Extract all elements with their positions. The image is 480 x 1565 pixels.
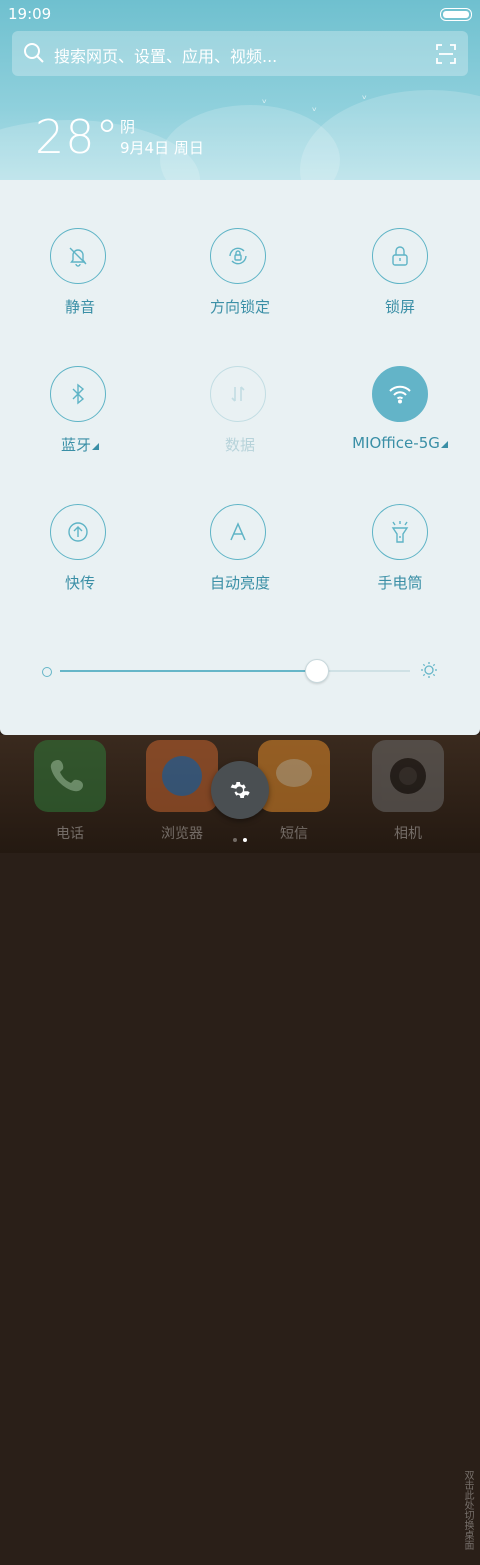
cloud-decoration xyxy=(300,90,480,180)
expand-triangle-icon[interactable] xyxy=(92,443,99,450)
data-icon[interactable] xyxy=(210,366,266,422)
message-app[interactable] xyxy=(258,740,330,812)
toggle-label: 方向锁定 xyxy=(209,298,270,316)
app-label: 浏览器 xyxy=(161,826,203,842)
bluetooth-icon[interactable] xyxy=(50,366,106,422)
app-label: 电话 xyxy=(56,826,84,842)
app-label: 短信 xyxy=(280,826,308,842)
search-placeholder[interactable]: 搜索网页、设置、应用、视频... xyxy=(54,43,277,67)
battery-icon xyxy=(440,8,472,21)
brightness-slider-fill xyxy=(60,670,316,672)
auto-brightness-icon[interactable] xyxy=(210,504,266,560)
toggle-label-row: 蓝牙 xyxy=(0,434,160,455)
page-dot xyxy=(233,838,237,842)
quick-settings-panel: 静音 方向锁定 锁屏 蓝牙 数据 MIOffice-5G 快传 自动亮度 手电筒 xyxy=(0,180,480,735)
toggle-auto-brightness[interactable]: 自动亮度 xyxy=(160,456,320,592)
toggle-lock-screen[interactable]: 锁屏 xyxy=(320,180,480,316)
search-icon xyxy=(23,42,45,68)
status-time: 19:09 xyxy=(8,5,52,23)
bird-decoration: ᵛ xyxy=(312,104,318,118)
weather-condition: 阴 xyxy=(120,118,136,136)
toggle-mute[interactable]: 静音 xyxy=(0,180,160,316)
gear-icon xyxy=(230,782,250,798)
toggle-mobile-data[interactable]: 数据 xyxy=(160,318,320,454)
bird-decoration: ᵛ xyxy=(362,92,368,106)
phone-app[interactable] xyxy=(34,740,106,812)
toggle-flashlight[interactable]: 手电筒 xyxy=(320,456,480,592)
toggle-label: 手电筒 xyxy=(377,574,423,592)
status-bar: 19:09 xyxy=(0,0,480,28)
temperature: 28° xyxy=(35,110,120,164)
toggle-label: 锁屏 xyxy=(384,298,415,316)
toggle-label: 静音 xyxy=(64,298,95,316)
toggle-label-row: MIOffice-5G xyxy=(320,434,480,452)
brightness-high-icon xyxy=(420,661,438,683)
toggle-bluetooth[interactable]: 蓝牙 xyxy=(0,318,160,454)
flashlight-icon[interactable] xyxy=(372,504,428,560)
camera-app[interactable] xyxy=(372,740,444,812)
toggle-label: MIOffice-5G xyxy=(352,434,440,452)
upload-icon[interactable] xyxy=(50,504,106,560)
toggle-label: 数据 xyxy=(224,436,255,454)
toggle-label: 蓝牙 xyxy=(60,436,91,454)
page-indicator xyxy=(233,827,253,846)
toggle-quick-share[interactable]: 快传 xyxy=(0,456,160,592)
toggle-rotation-lock[interactable]: 方向锁定 xyxy=(160,180,320,316)
app-label: 相机 xyxy=(394,826,422,842)
browser-app[interactable] xyxy=(146,740,218,812)
date-label: 9月4日 周日 xyxy=(120,139,204,157)
brightness-slider-knob[interactable] xyxy=(304,659,329,683)
weather-header: ᵛ ᵛ ᵛ 19:09 搜索网页、设置、应用、视频... 28° 阴 9月4日 … xyxy=(0,0,480,180)
expand-triangle-icon[interactable] xyxy=(440,441,448,448)
lock-icon[interactable] xyxy=(372,228,428,284)
wifi-icon[interactable] xyxy=(372,366,428,422)
bell-off-icon[interactable] xyxy=(50,228,106,284)
toggle-wifi[interactable]: MIOffice-5G xyxy=(320,318,480,452)
search-bar[interactable]: 搜索网页、设置、应用、视频... xyxy=(12,31,468,76)
side-hint: 双击此处切换桌面 xyxy=(462,1470,473,1550)
toggle-label: 快传 xyxy=(64,574,95,592)
page-dot-active xyxy=(243,838,247,842)
rotation-lock-icon[interactable] xyxy=(210,228,266,284)
bird-decoration: ᵛ xyxy=(262,96,268,110)
brightness-low-icon xyxy=(42,667,52,677)
settings-button[interactable] xyxy=(211,761,269,819)
toggle-label: 自动亮度 xyxy=(209,574,270,592)
scan-icon[interactable] xyxy=(436,44,456,68)
